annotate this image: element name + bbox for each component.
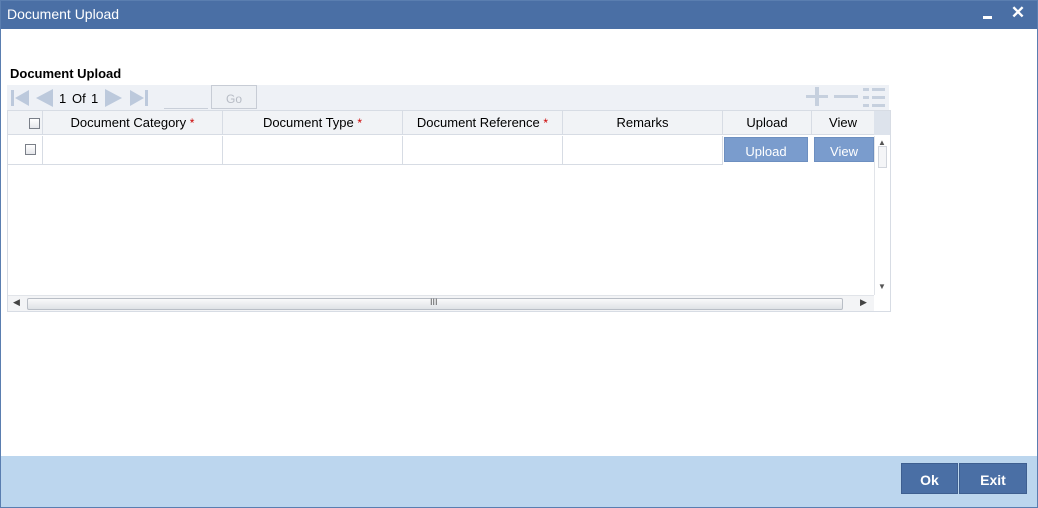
scroll-right-icon[interactable]: ▶ <box>860 297 867 308</box>
prev-page-icon[interactable] <box>33 88 55 111</box>
remarks-cell <box>563 136 723 165</box>
document-type-cell <box>223 136 403 165</box>
first-page-icon[interactable] <box>9 88 31 111</box>
column-label: Document Reference <box>416 115 540 130</box>
document-upload-window: Document Upload ✕ Document Upload 1 Of 1… <box>0 0 1038 508</box>
scroll-down-icon[interactable]: ▼ <box>878 282 886 291</box>
scroll-left-icon[interactable]: ◀ <box>13 297 20 308</box>
required-marker: * <box>543 116 549 130</box>
ok-button[interactable]: Ok <box>901 463 958 494</box>
column-header-document-reference: Document Reference * <box>403 111 563 135</box>
column-header-document-category: Document Category * <box>43 111 223 135</box>
select-all-checkbox[interactable] <box>29 118 40 129</box>
column-header-document-type: Document Type * <box>223 111 403 135</box>
single-view-icon[interactable] <box>860 87 888 112</box>
column-label: Document Category <box>70 115 187 130</box>
header-scroll-corner <box>874 111 890 135</box>
window-title: Document Upload <box>7 6 120 22</box>
section-title: Document Upload <box>10 66 122 81</box>
close-icon[interactable]: ✕ <box>1007 3 1029 25</box>
delete-row-icon[interactable] <box>833 87 859 110</box>
header-checkbox-cell <box>8 111 43 135</box>
document-reference-input[interactable] <box>404 137 561 163</box>
column-label: Remarks <box>616 115 669 130</box>
column-header-upload: Upload <box>723 111 812 135</box>
page-number-input[interactable] <box>164 90 208 109</box>
remarks-input[interactable] <box>564 137 721 163</box>
upload-button[interactable]: Upload <box>724 137 808 162</box>
page-of-label: Of <box>72 91 86 106</box>
document-reference-cell <box>403 136 563 165</box>
column-label: Document Type <box>262 115 354 130</box>
row-checkbox-cell <box>8 136 43 165</box>
document-category-cell <box>43 136 223 165</box>
title-bar: Document Upload ✕ <box>1 1 1037 29</box>
document-grid: Document Category * Document Type * Docu… <box>7 110 891 312</box>
document-category-input[interactable] <box>44 137 221 163</box>
column-header-remarks: Remarks <box>563 111 723 135</box>
current-page: 1 <box>59 91 67 106</box>
column-header-view: View <box>812 111 874 135</box>
vertical-scrollbar[interactable]: ▲ ▼ <box>874 136 890 295</box>
vertical-scroll-thumb[interactable] <box>878 146 887 168</box>
required-marker: * <box>357 116 363 130</box>
required-marker: * <box>189 116 195 130</box>
minimize-icon[interactable] <box>976 3 998 25</box>
next-page-icon[interactable] <box>103 88 125 111</box>
scroll-grip-icon: III <box>430 297 438 307</box>
last-page-icon[interactable] <box>128 88 150 111</box>
view-button[interactable]: View <box>814 137 874 162</box>
exit-button[interactable]: Exit <box>959 463 1027 494</box>
add-row-icon[interactable] <box>804 87 830 110</box>
document-type-input[interactable] <box>224 137 401 163</box>
horizontal-scrollbar[interactable]: ◀ III ▶ <box>8 295 874 311</box>
footer-bar: Ok Exit <box>1 456 1037 507</box>
go-button[interactable]: Go <box>211 85 257 109</box>
grid-toolbar: 1 Of 1 Go <box>7 85 889 110</box>
horizontal-scroll-thumb[interactable]: III <box>27 297 843 310</box>
column-label: View <box>829 115 857 130</box>
column-label: Upload <box>746 115 788 130</box>
row-select-checkbox[interactable] <box>25 144 36 155</box>
total-pages: 1 <box>91 91 99 106</box>
